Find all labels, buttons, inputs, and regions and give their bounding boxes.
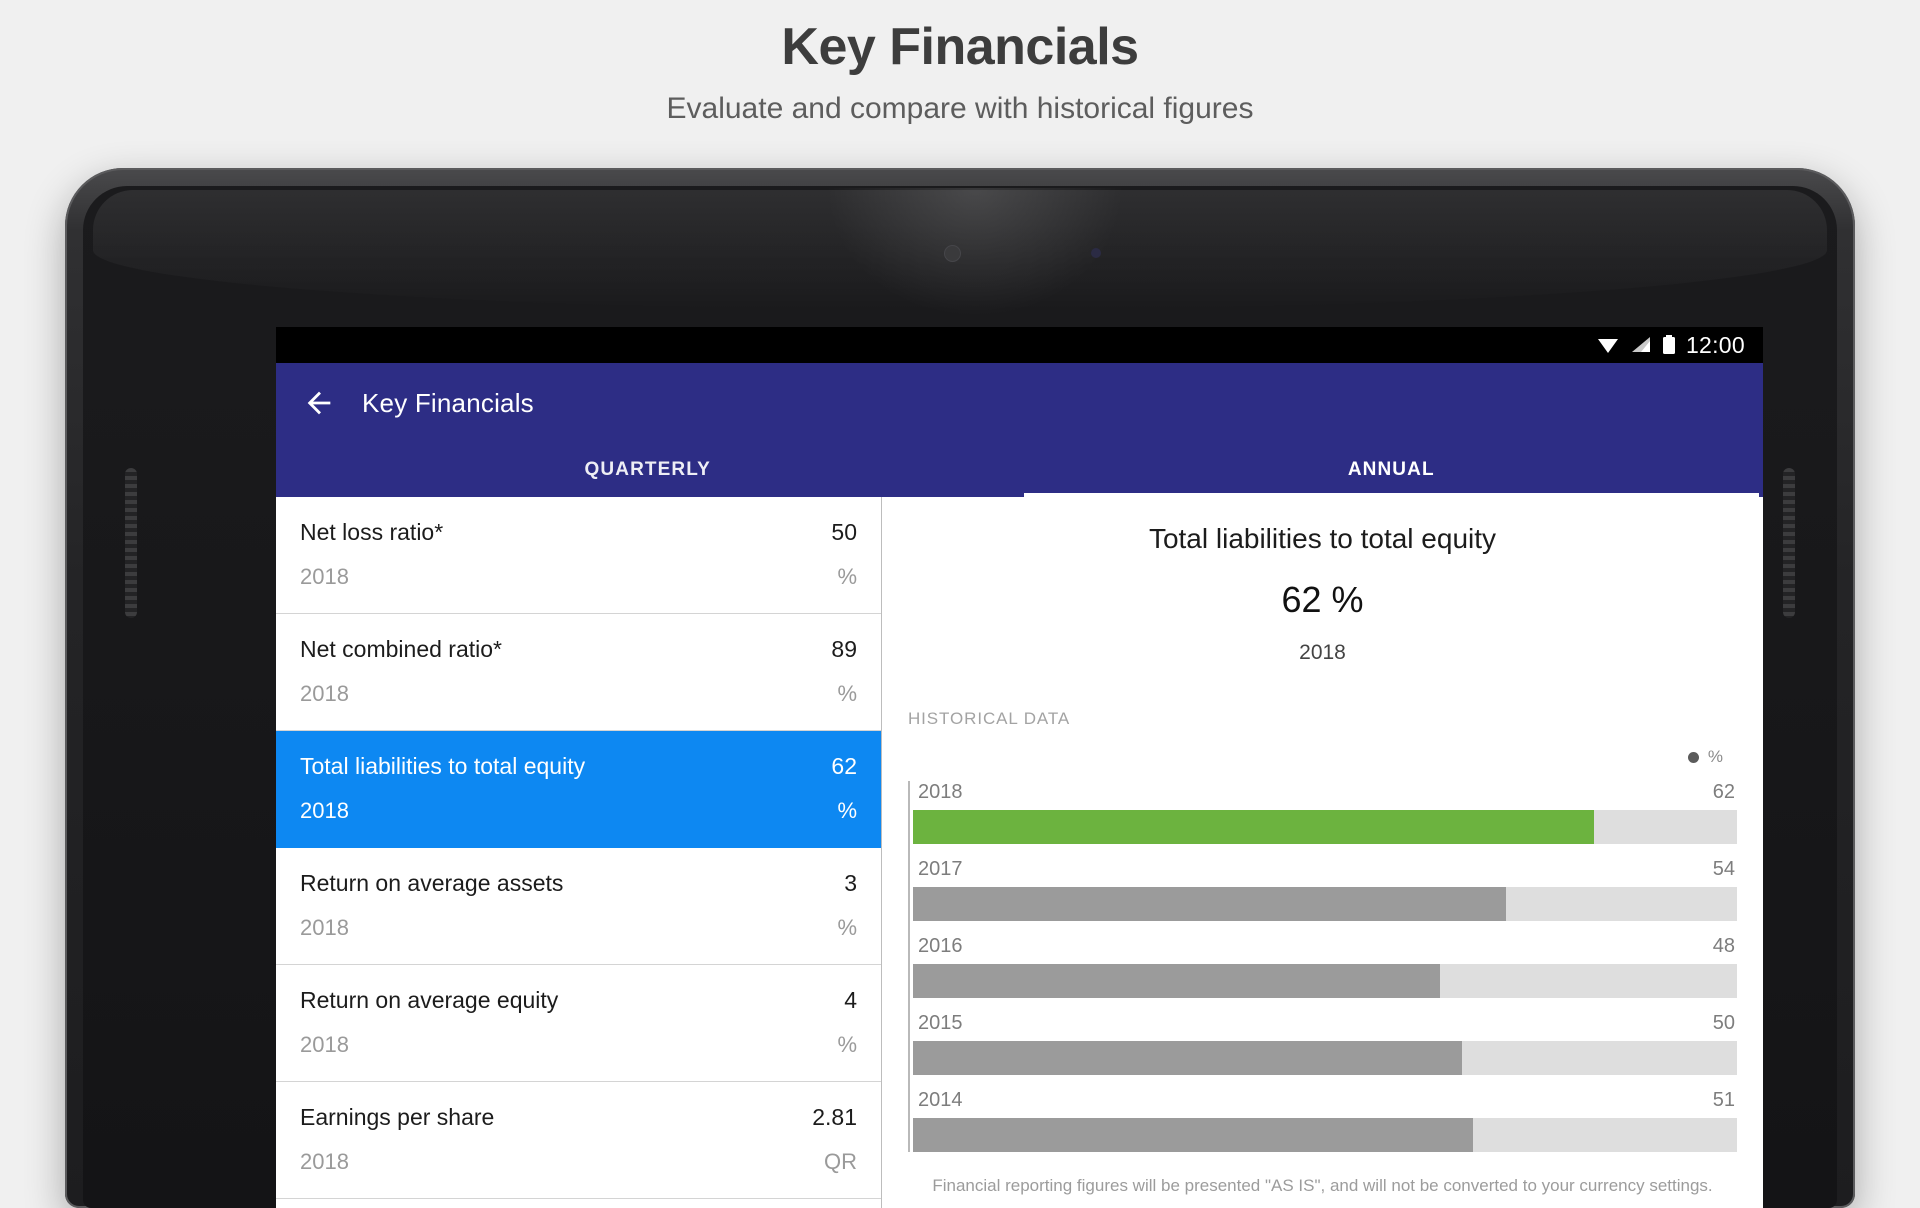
list-item[interactable]: Return on average assets 3 2018 %: [276, 848, 881, 965]
bar-group: 2015 50: [913, 1012, 1737, 1075]
metric-year: 2018: [300, 798, 349, 823]
page-subtitle: Evaluate and compare with historical fig…: [666, 91, 1254, 125]
bar-header: 2015 50: [913, 1012, 1737, 1041]
battery-icon: [1662, 335, 1676, 355]
bar-group: 2017 54: [913, 858, 1737, 921]
bar-value-label: 50: [1712, 1012, 1735, 1034]
tablet-device: 12:00 Key Financials QUARTERLY ANNUAL Ne…: [65, 168, 1855, 1208]
list-item[interactable]: Return on average equity 4 2018 %: [276, 965, 881, 1082]
ambient-sensor-icon: [1091, 248, 1101, 258]
metric-unit: QR: [824, 1149, 857, 1174]
promo-header: Key Financials Evaluate and compare with…: [0, 0, 1920, 126]
metric-unit: %: [837, 681, 857, 706]
bar-group: 2014 51: [913, 1089, 1737, 1152]
historical-data-label: HISTORICAL DATA: [908, 709, 1071, 728]
metric-unit: %: [837, 1032, 857, 1057]
tab-annual[interactable]: ANNUAL: [1020, 443, 1764, 497]
metric-year: 2018: [300, 915, 349, 940]
metric-title: Return on average assets: [300, 870, 564, 896]
status-bar: 12:00: [276, 327, 1763, 363]
metric-unit: %: [837, 915, 857, 940]
bar-header: 2016 48: [913, 935, 1737, 964]
bar-value-label: 62: [1712, 781, 1735, 803]
metric-title: Net combined ratio*: [300, 636, 502, 662]
metric-year: 2018: [300, 1149, 349, 1174]
bar-group: 2016 48: [913, 935, 1737, 998]
bar-track: [913, 887, 1737, 921]
bar-fill: [913, 1118, 1474, 1152]
list-item[interactable]: Net combined ratio* 89 2018 %: [276, 614, 881, 731]
bar-fill: [913, 887, 1507, 921]
list-item-partial[interactable]: [276, 1199, 881, 1208]
bar-fill: [913, 810, 1595, 844]
bar-category-label: 2015: [918, 1012, 963, 1034]
device-body: 12:00 Key Financials QUARTERLY ANNUAL Ne…: [65, 168, 1855, 1208]
bar-track: [913, 810, 1737, 844]
bar-category-label: 2014: [918, 1089, 963, 1111]
metric-value: 50: [831, 519, 857, 545]
bar-value-label: 48: [1712, 935, 1735, 957]
metric-value: 3: [844, 870, 857, 896]
disclaimer-text: Financial reporting figures will be pres…: [932, 1176, 1713, 1195]
bar-track: [913, 1041, 1737, 1075]
bar-value-label: 51: [1712, 1089, 1735, 1111]
content-area: Net loss ratio* 50 2018 % Net combined r…: [276, 497, 1763, 1208]
list-item[interactable]: Net loss ratio* 50 2018 %: [276, 497, 881, 614]
historical-bar-chart: 2018 62 2017 54 2016 48 2015 50 2014 51: [908, 781, 1737, 1152]
metric-value: 2.81: [812, 1104, 857, 1130]
page-title: Key Financials: [781, 18, 1139, 76]
signal-icon: [1630, 336, 1652, 354]
metric-unit: %: [837, 564, 857, 589]
app-bar-title: Key Financials: [362, 387, 534, 418]
speaker-grille-right: [1783, 468, 1795, 618]
bar-fill: [913, 1041, 1463, 1075]
metric-value: 4: [844, 987, 857, 1013]
wifi-icon: [1596, 336, 1620, 354]
app-bar: Key Financials: [276, 363, 1763, 443]
detail-title: Total liabilities to total equity: [1148, 523, 1497, 554]
bar-track: [913, 964, 1737, 998]
legend-label: %: [1707, 747, 1723, 766]
list-item[interactable]: Earnings per share 2.81 2018 QR: [276, 1082, 881, 1199]
bar-track: [913, 1118, 1737, 1152]
metrics-list[interactable]: Net loss ratio* 50 2018 % Net combined r…: [276, 497, 882, 1208]
back-arrow-icon[interactable]: [302, 386, 336, 420]
status-bar-clock: 12:00: [1685, 331, 1745, 358]
metric-title: Total liabilities to total equity: [300, 753, 586, 779]
tab-bar: QUARTERLY ANNUAL: [276, 443, 1763, 497]
detail-value: 62 %: [1281, 579, 1364, 620]
tab-quarterly[interactable]: QUARTERLY: [276, 443, 1020, 497]
detail-pane: Total liabilities to total equity 62 % 2…: [882, 497, 1763, 1208]
chart-legend: %: [908, 747, 1737, 767]
list-item-selected[interactable]: Total liabilities to total equity 62 201…: [276, 731, 881, 848]
metric-year: 2018: [300, 681, 349, 706]
detail-year: 2018: [1299, 641, 1346, 664]
bar-header: 2014 51: [913, 1089, 1737, 1118]
bar-category-label: 2017: [918, 858, 963, 880]
device-screen: 12:00 Key Financials QUARTERLY ANNUAL Ne…: [276, 327, 1763, 1208]
bar-value-label: 54: [1712, 858, 1735, 880]
bar-category-label: 2018: [918, 781, 963, 803]
bar-header: 2017 54: [913, 858, 1737, 887]
metric-title: Earnings per share: [300, 1104, 495, 1130]
metric-year: 2018: [300, 1032, 349, 1057]
metric-value: 89: [831, 636, 857, 662]
bar-fill: [913, 964, 1441, 998]
metric-year: 2018: [300, 564, 349, 589]
metric-unit: %: [837, 798, 857, 823]
front-camera-icon: [945, 246, 960, 261]
metric-value: 62: [831, 753, 857, 779]
bar-category-label: 2016: [918, 935, 963, 957]
legend-dot-icon: [1687, 751, 1699, 763]
metric-title: Return on average equity: [300, 987, 559, 1013]
speaker-grille-left: [125, 468, 137, 618]
bar-group: 2018 62: [913, 781, 1737, 844]
bar-header: 2018 62: [913, 781, 1737, 810]
metric-title: Net loss ratio*: [300, 519, 444, 545]
